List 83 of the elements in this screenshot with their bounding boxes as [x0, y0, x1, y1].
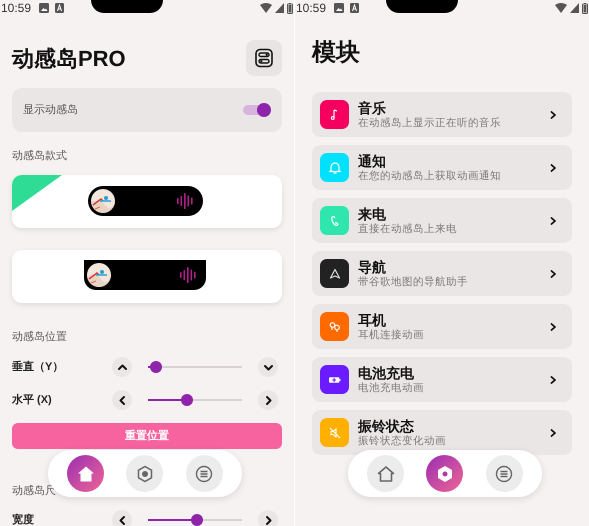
- slider-thumb[interactable]: [150, 361, 162, 373]
- setting-label: 显示动感岛: [23, 102, 78, 118]
- nav-button[interactable]: [426, 455, 464, 492]
- image-icon: [39, 3, 50, 13]
- chevron-right-icon: [548, 162, 558, 172]
- hexagon-icon: [436, 464, 454, 482]
- page-title: 模块: [312, 38, 361, 68]
- module-list-item[interactable]: 电池充电 电池充电动画: [312, 357, 572, 402]
- step-button[interactable]: [258, 510, 278, 526]
- step-button[interactable]: [258, 357, 278, 377]
- chevron-right-icon: [548, 216, 558, 226]
- home-icon: [76, 464, 95, 482]
- toggles-icon: [254, 48, 274, 68]
- camera-notch: [386, 0, 458, 13]
- clock-time: 10:59: [296, 2, 326, 14]
- nav-button[interactable]: [126, 455, 164, 492]
- nav-button[interactable]: [486, 455, 523, 492]
- a-letter-icon: [350, 3, 360, 13]
- module-list-item[interactable]: 耳机 耳机连接动画: [312, 304, 572, 349]
- slider-label: 水平 (X): [12, 392, 53, 408]
- module-title: 通知: [358, 152, 387, 170]
- hexagon-icon: [136, 464, 154, 482]
- home-icon: [376, 464, 395, 482]
- nav-button[interactable]: [367, 455, 404, 492]
- module-description: 在您的动感岛上获取动画通知: [358, 170, 501, 182]
- menu-icon: [495, 464, 514, 482]
- chevron-right-icon: [548, 428, 558, 438]
- style-option-card[interactable]: [12, 250, 282, 303]
- page-title: 动感岛PRO: [12, 44, 126, 72]
- slider-label: 垂直（Y）: [12, 360, 64, 375]
- module-title: 导航: [358, 258, 387, 276]
- step-button[interactable]: [258, 390, 278, 410]
- module-title: 来电: [358, 206, 387, 222]
- slider-label: 宽度: [12, 512, 35, 526]
- module-list-item[interactable]: 通知 在您的动感岛上获取动画通知: [312, 145, 572, 190]
- wifi-icon: [260, 3, 272, 13]
- module-title: 音乐: [358, 100, 387, 116]
- battery-icon: [287, 2, 293, 14]
- nav-button[interactable]: [186, 455, 223, 492]
- module-description: 电池充电动画: [358, 382, 424, 394]
- nav-button[interactable]: [67, 455, 104, 492]
- battery-icon: [582, 2, 588, 14]
- module-description: 振铃状态变化动画: [358, 434, 446, 448]
- wifi-icon: [555, 3, 567, 13]
- module-title: 振铃状态: [358, 418, 415, 434]
- module-list-item[interactable]: 振铃状态 振铃状态变化动画: [312, 410, 572, 455]
- slider[interactable]: [148, 394, 242, 406]
- section-heading: 动感岛款式: [12, 149, 68, 162]
- module-list-item[interactable]: 导航 带谷歌地图的导航助手: [312, 251, 572, 296]
- menu-icon: [195, 464, 214, 482]
- module-title: 耳机: [358, 312, 387, 328]
- chevron-right-icon: [548, 322, 558, 332]
- a-letter-icon: [55, 3, 64, 13]
- slider[interactable]: [148, 361, 242, 373]
- chevron-right-icon: [548, 110, 558, 120]
- battery-icon: [328, 376, 340, 382]
- step-button[interactable]: [112, 510, 132, 526]
- section-heading: 动感岛位置: [12, 330, 68, 343]
- signal-icon: [275, 3, 284, 13]
- image-icon: [334, 3, 344, 13]
- slider-thumb[interactable]: [190, 514, 203, 526]
- clock-time: 10:59: [1, 2, 32, 14]
- style-option-card[interactable]: [12, 175, 282, 228]
- slider-thumb[interactable]: [180, 394, 193, 406]
- toggle-switch[interactable]: [243, 103, 271, 117]
- module-description: 耳机连接动画: [358, 328, 424, 342]
- selection-corner-mark: [12, 175, 62, 211]
- module-description: 带谷歌地图的导航助手: [358, 276, 468, 288]
- module-list-item[interactable]: 音乐 在动感岛上显示正在听的音乐: [312, 92, 572, 137]
- module-description: 在动感岛上显示正在听的音乐: [358, 116, 501, 130]
- chevron-right-icon: [548, 374, 558, 384]
- module-description: 直接在动感岛上来电: [358, 222, 457, 236]
- camera-notch: [91, 0, 163, 13]
- signal-icon: [570, 3, 579, 13]
- chevron-right-icon: [548, 268, 558, 278]
- module-list-item[interactable]: 来电 直接在动感岛上来电: [312, 198, 572, 243]
- step-button[interactable]: [112, 357, 132, 377]
- sound-wave-icon: [180, 266, 196, 284]
- slider[interactable]: [148, 514, 242, 526]
- module-title: 电池充电: [358, 364, 415, 382]
- settings-button[interactable]: [246, 40, 282, 76]
- sound-wave-icon: [177, 192, 193, 210]
- step-button[interactable]: [112, 390, 132, 410]
